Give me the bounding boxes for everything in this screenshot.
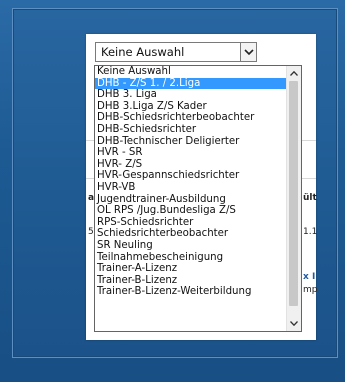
option-teilnahmebescheinigung[interactable]: Teilnahmebescheinigung [95,252,288,264]
option-dhb-technischer-deligierter[interactable]: DHB-Technischer Deligierter [95,136,288,148]
option-hvr-gespannschiedsrichter[interactable]: HVR-Gespannschiedsrichter [95,170,288,182]
background-text-mp: mp [303,285,318,295]
option-ol-rps-jug-bundesliga-zs[interactable]: OL RPS /Jug.Bundesliga Z/S [95,205,288,217]
option-dhb-zs-1-2-liga[interactable]: DHB - Z/S 1. / 2.Liga [95,77,288,90]
option-dhb-schiedsrichter[interactable]: DHB-Schiedsrichter [95,124,288,136]
option-jugendtrainer-ausbildung[interactable]: Jugendtrainer-Ausbildung [95,194,288,206]
option-dhb-3-liga[interactable]: DHB 3. Liga [95,89,288,101]
option-dhb-schiedsrichterbeobachter[interactable]: DHB-Schiedsrichterbeobachter [95,112,288,124]
dropdown-scrollbar[interactable] [286,66,301,331]
background-header-gultig: ült [303,193,317,203]
license-type-select[interactable]: Keine Auswahl [95,42,257,62]
option-trainer-b-lizenz[interactable]: Trainer-B-Lizenz [95,275,288,287]
option-trainer-b-lizenz-weiterbildung[interactable]: Trainer-B-Lizenz-Weiterbildung [95,286,288,298]
option-dhb-3-liga-zs-kader[interactable]: DHB 3.Liga Z/S Kader [95,101,288,113]
scrollbar-thumb[interactable] [289,81,298,306]
option-hvr-zs[interactable]: HVR- Z/S [95,159,288,171]
background-text-left-5: 5 [88,227,94,237]
background-link-fragment[interactable]: x I [303,272,315,282]
chevron-down-icon[interactable] [240,43,256,61]
option-hvr-vb[interactable]: HVR-VB [95,182,288,194]
option-hvr-sr[interactable]: HVR - SR [95,147,288,159]
triangle-down-icon[interactable] [287,317,301,330]
option-sr-neuling[interactable]: SR Neuling [95,240,288,252]
option-schiedsrichterbeobachter[interactable]: Schiedsrichterbeobachter [95,228,288,240]
select-dropdown-list[interactable]: Keine Auswahl DHB - Z/S 1. / 2.Liga DHB … [94,65,302,332]
triangle-up-icon[interactable] [287,67,301,80]
option-rps-schiedsrichter[interactable]: RPS-Schiedsrichter [95,217,288,229]
option-trainer-a-lizenz[interactable]: Trainer-A-Lizenz [95,263,288,275]
background-date-fragment: 1.1 [303,227,318,237]
select-current-value: Keine Auswahl [101,45,185,59]
option-list: Keine Auswahl DHB - Z/S 1. / 2.Liga DHB … [95,66,288,298]
option-keine-auswahl[interactable]: Keine Auswahl [95,66,288,78]
